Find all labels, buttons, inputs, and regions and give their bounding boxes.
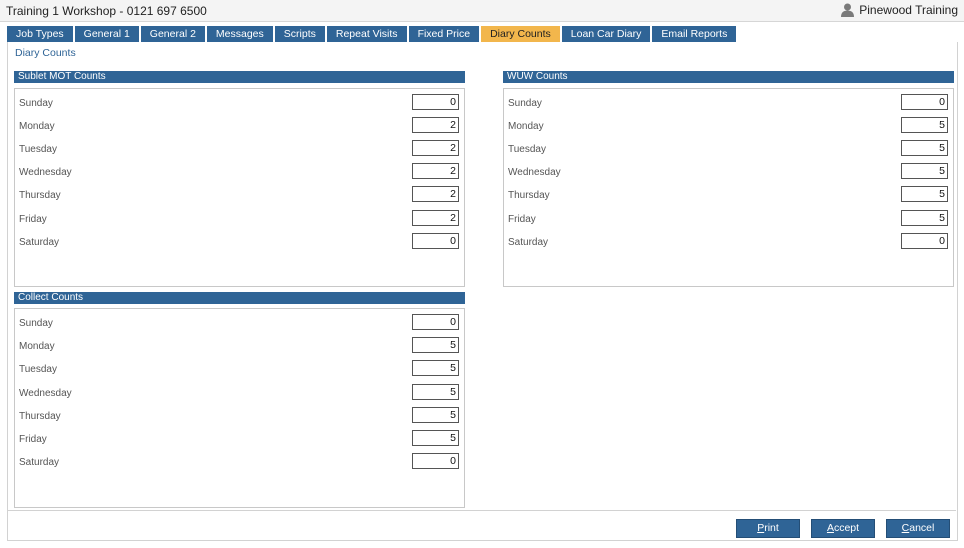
accept-button[interactable]: Accept	[811, 519, 875, 538]
sublet-mot-label-saturday: Saturday	[19, 237, 60, 248]
tab-job-types[interactable]: Job Types	[7, 26, 73, 42]
collect-body: Sunday Monday Tuesday Wednesday Thursday…	[14, 308, 465, 508]
accept-label-rest: ccept	[833, 522, 860, 534]
collect-label-thursday: Thursday	[19, 411, 61, 422]
user-name: Pinewood Training	[859, 3, 958, 17]
footer-divider	[7, 510, 956, 511]
wuw-label-friday: Friday	[508, 214, 536, 225]
wuw-label-sunday: Sunday	[508, 98, 542, 109]
sublet-mot-panel: Sublet MOT Counts Sunday Monday Tuesday …	[14, 71, 465, 287]
collect-input-saturday[interactable]	[412, 453, 459, 469]
section-title: Diary Counts	[15, 47, 76, 59]
tab-email-reports[interactable]: Email Reports	[652, 26, 737, 42]
collect-label-sunday: Sunday	[19, 318, 53, 329]
collect-input-monday[interactable]	[412, 337, 459, 353]
wuw-label-tuesday: Tuesday	[508, 144, 546, 155]
sublet-mot-label-thursday: Thursday	[19, 190, 61, 201]
user-icon	[841, 3, 855, 17]
sublet-mot-label-tuesday: Tuesday	[19, 144, 57, 155]
sublet-mot-label-friday: Friday	[19, 214, 47, 225]
collect-input-tuesday[interactable]	[412, 360, 459, 376]
wuw-input-monday[interactable]	[901, 117, 948, 133]
collect-title: Collect Counts	[14, 292, 465, 304]
sublet-mot-title: Sublet MOT Counts	[14, 71, 465, 83]
wuw-body: Sunday Monday Tuesday Wednesday Thursday…	[503, 88, 954, 287]
tab-general-1[interactable]: General 1	[74, 26, 139, 42]
collect-input-wednesday[interactable]	[412, 384, 459, 400]
collect-label-monday: Monday	[19, 341, 55, 352]
sublet-mot-input-monday[interactable]	[412, 117, 459, 133]
wuw-label-saturday: Saturday	[508, 237, 549, 248]
tab-messages[interactable]: Messages	[206, 26, 273, 42]
title-bar: Training 1 Workshop - 0121 697 6500 Pine…	[0, 0, 964, 22]
sublet-mot-label-wednesday: Wednesday	[19, 167, 72, 178]
accept-hotkey: A	[826, 522, 834, 534]
wuw-input-sunday[interactable]	[901, 94, 948, 110]
tab-diary-counts[interactable]: Diary Counts	[481, 26, 560, 42]
wuw-label-monday: Monday	[508, 121, 544, 132]
wuw-label-wednesday: Wednesday	[508, 167, 561, 178]
sublet-mot-label-sunday: Sunday	[19, 98, 53, 109]
collect-input-friday[interactable]	[412, 430, 459, 446]
wuw-panel: WUW Counts Sunday Monday Tuesday Wednesd…	[503, 71, 954, 287]
wuw-input-saturday[interactable]	[901, 233, 948, 249]
tab-bar: Job Types General 1 General 2 Messages S…	[7, 26, 738, 43]
sublet-mot-input-thursday[interactable]	[412, 186, 459, 202]
print-label-rest: rint	[764, 522, 779, 534]
collect-input-sunday[interactable]	[412, 314, 459, 330]
tab-general-2[interactable]: General 2	[140, 26, 205, 42]
sublet-mot-input-wednesday[interactable]	[412, 163, 459, 179]
wuw-input-thursday[interactable]	[901, 186, 948, 202]
wuw-input-wednesday[interactable]	[901, 163, 948, 179]
window-title: Training 1 Workshop - 0121 697 6500	[6, 4, 207, 18]
tab-repeat-visits[interactable]: Repeat Visits	[326, 26, 407, 42]
tab-fixed-price[interactable]: Fixed Price	[408, 26, 480, 42]
wuw-input-friday[interactable]	[901, 210, 948, 226]
collect-input-thursday[interactable]	[412, 407, 459, 423]
wuw-label-thursday: Thursday	[508, 190, 550, 201]
tab-loan-car-diary[interactable]: Loan Car Diary	[561, 26, 651, 42]
collect-label-saturday: Saturday	[19, 457, 60, 468]
collect-panel: Collect Counts Sunday Monday Tuesday Wed…	[14, 292, 465, 508]
sublet-mot-input-tuesday[interactable]	[412, 140, 459, 156]
sublet-mot-input-sunday[interactable]	[412, 94, 459, 110]
collect-label-wednesday: Wednesday	[19, 388, 72, 399]
sublet-mot-input-friday[interactable]	[412, 210, 459, 226]
print-button[interactable]: Print	[736, 519, 800, 538]
collect-label-tuesday: Tuesday	[19, 364, 57, 375]
cancel-label-rest: ancel	[909, 522, 935, 534]
collect-label-friday: Friday	[19, 434, 47, 445]
cancel-button[interactable]: Cancel	[886, 519, 950, 538]
sublet-mot-input-saturday[interactable]	[412, 233, 459, 249]
user-menu[interactable]: Pinewood Training	[841, 3, 958, 17]
tab-scripts[interactable]: Scripts	[274, 26, 325, 42]
sublet-mot-body: Sunday Monday Tuesday Wednesday Thursday…	[14, 88, 465, 287]
wuw-input-tuesday[interactable]	[901, 140, 948, 156]
wuw-title: WUW Counts	[503, 71, 954, 83]
sublet-mot-label-monday: Monday	[19, 121, 55, 132]
